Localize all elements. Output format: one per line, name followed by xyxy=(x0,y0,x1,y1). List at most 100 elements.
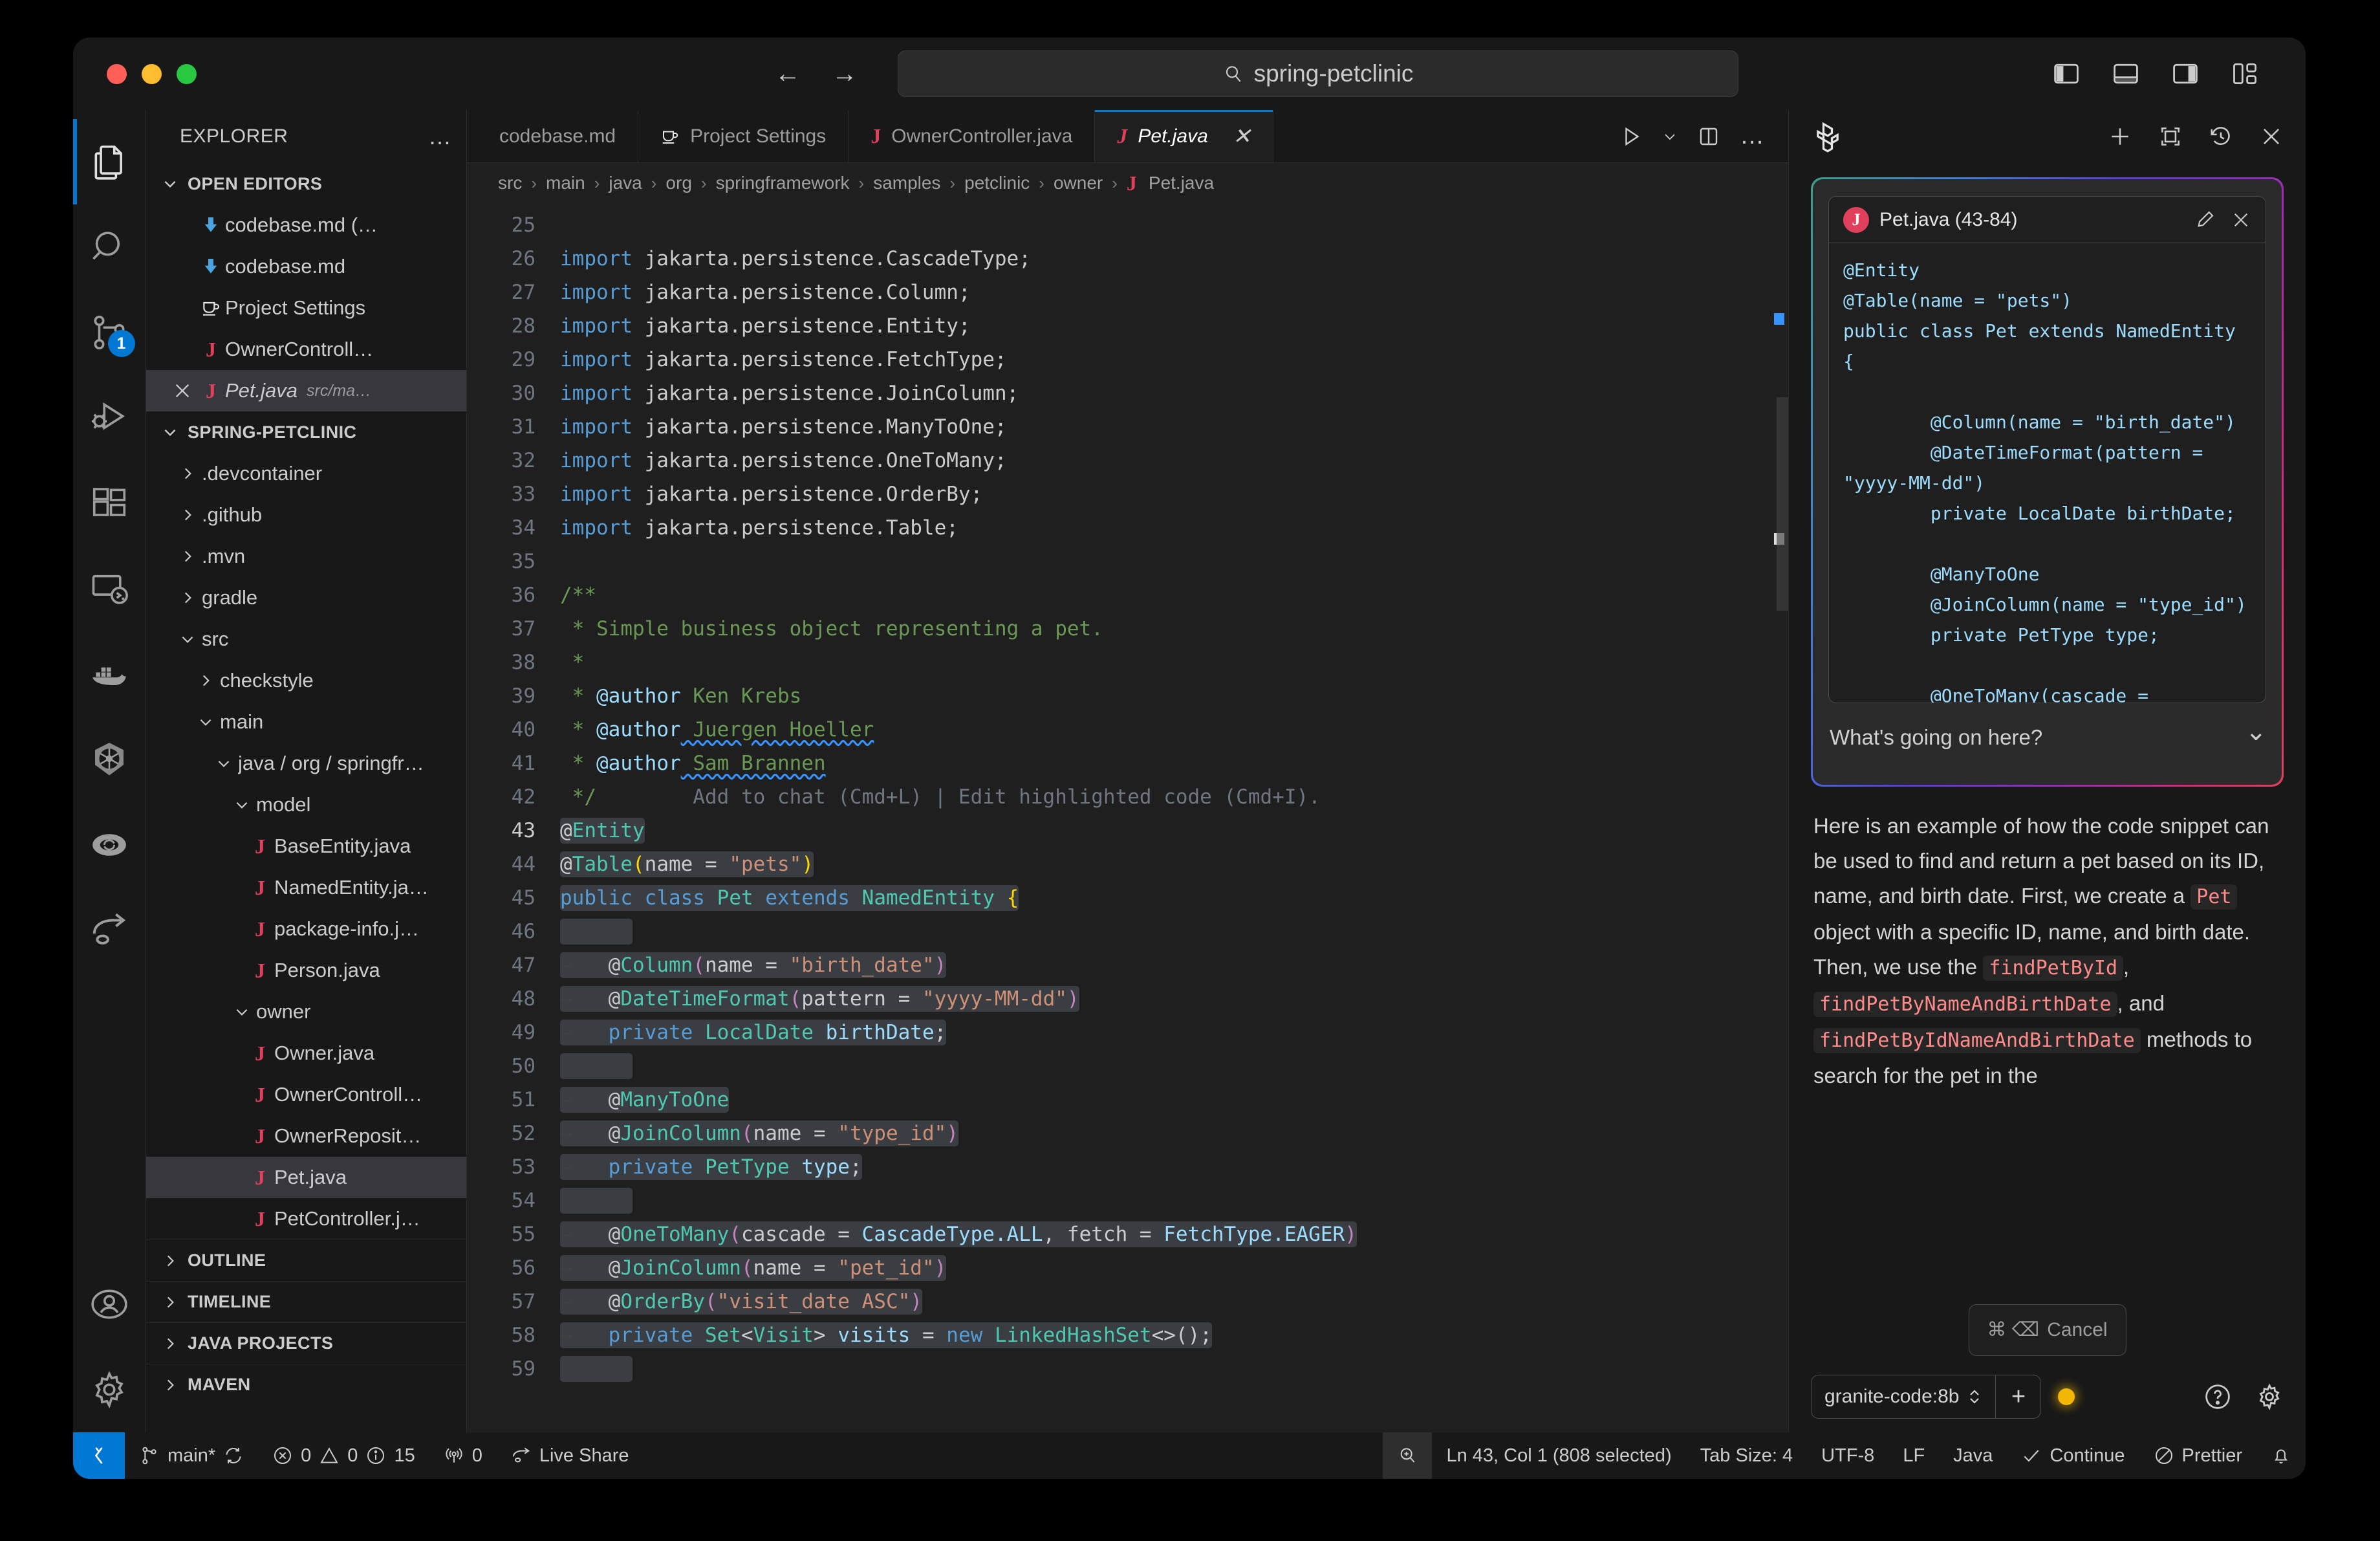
folder-twisty[interactable] xyxy=(228,1003,256,1020)
tree-folder[interactable]: .devcontainer xyxy=(146,453,466,494)
tree-folder[interactable]: gradle xyxy=(146,577,466,618)
sidebar-item-remote-explorer[interactable] xyxy=(73,546,146,631)
status-continue[interactable]: Continue xyxy=(2007,1432,2139,1479)
toggle-secondary-sidebar-icon[interactable] xyxy=(2171,60,2200,88)
status-screencast[interactable] xyxy=(1383,1432,1433,1479)
open-editor-item[interactable]: Project Settings xyxy=(146,287,466,329)
section-open-editors[interactable]: OPEN EDITORS xyxy=(146,163,466,204)
run-icon[interactable] xyxy=(1619,125,1643,148)
sidebar-item-accounts[interactable] xyxy=(73,1262,146,1347)
split-editor-icon[interactable] xyxy=(1697,125,1720,148)
code-editor[interactable]: 25 26 27 28 29 30 31 32 33 34 35 36 37 38 39 40 41 42 43 44… xyxy=(467,203,1788,1432)
tree-file[interactable]: J Pet.java xyxy=(146,1157,466,1198)
editor-tab-actions[interactable]: … xyxy=(1597,110,1788,162)
sidebar-item-sync[interactable] xyxy=(73,802,146,888)
breadcrumb-item[interactable]: java xyxy=(609,173,642,193)
sidebar-item-extensions[interactable] xyxy=(73,461,146,546)
tab-pet-java[interactable]: J Pet.java ✕ xyxy=(1095,110,1274,162)
minimize-window-button[interactable] xyxy=(142,63,162,84)
sidebar-item-source-control[interactable]: 1 xyxy=(73,290,146,375)
toggle-panel-icon[interactable] xyxy=(2112,60,2140,88)
folder-twisty[interactable] xyxy=(173,548,202,565)
sidebar-item-manage[interactable] xyxy=(73,1347,146,1432)
maximize-window-button[interactable] xyxy=(177,63,197,84)
code-content[interactable]: import jakarta.persistence.CascadeType; i… xyxy=(551,203,1788,1432)
status-tab-size[interactable]: Tab Size: 4 xyxy=(1686,1432,1807,1479)
breadcrumb-item[interactable]: org xyxy=(665,173,691,193)
tree-folder[interactable]: .mvn xyxy=(146,536,466,577)
gear-icon[interactable] xyxy=(2255,1383,2284,1411)
minimap[interactable] xyxy=(1771,203,1788,1432)
tree-file[interactable]: J Person.java xyxy=(146,950,466,991)
close-window-button[interactable] xyxy=(107,63,127,84)
chat-header-actions[interactable] xyxy=(2108,124,2284,149)
sidebar-item-docker[interactable] xyxy=(73,631,146,717)
status-problems[interactable]: 0 0 15 xyxy=(258,1432,429,1479)
tree-folder[interactable]: .github xyxy=(146,494,466,536)
sidebar-item-search[interactable] xyxy=(73,204,146,290)
folder-twisty[interactable] xyxy=(173,465,202,482)
breadcrumb-item[interactable]: main xyxy=(546,173,585,193)
model-selector[interactable]: granite-code:8b + xyxy=(1811,1375,2042,1419)
status-prettier[interactable]: Prettier xyxy=(2139,1432,2256,1479)
remove-icon[interactable] xyxy=(2231,210,2251,230)
help-icon[interactable] xyxy=(2203,1383,2232,1411)
status-branch[interactable]: main* xyxy=(125,1432,258,1479)
tree-folder[interactable]: src xyxy=(146,618,466,660)
status-language-mode[interactable]: Java xyxy=(1939,1432,2007,1479)
breadcrumb-item[interactable]: src xyxy=(498,173,522,193)
explorer-more-actions-icon[interactable]: … xyxy=(428,123,453,150)
tab-codebase-md[interactable]: codebase.md xyxy=(467,110,639,162)
tab-project settings[interactable]: Project Settings xyxy=(638,110,849,162)
tab-ownercontroller-java[interactable]: J OwnerController.java xyxy=(849,110,1096,162)
open-editor-item[interactable]: codebase.md (… xyxy=(146,204,466,246)
breadcrumb-item[interactable]: petclinic xyxy=(964,173,1030,193)
chat-footer-actions[interactable] xyxy=(2203,1383,2284,1411)
back-arrow-icon[interactable]: ← xyxy=(775,61,801,87)
tree-file[interactable]: J Owner.java xyxy=(146,1033,466,1074)
status-notifications[interactable] xyxy=(2256,1432,2306,1479)
continue-logo-icon[interactable] xyxy=(1811,120,1844,153)
sidebar-item-live-share[interactable] xyxy=(73,888,146,973)
toggle-primary-sidebar-icon[interactable] xyxy=(2052,60,2081,88)
window-traffic-lights[interactable] xyxy=(107,63,197,84)
tree-file[interactable]: J BaseEntity.java xyxy=(146,825,466,867)
tree-file[interactable]: J OwnerReposit… xyxy=(146,1115,466,1157)
folder-twisty[interactable] xyxy=(191,672,220,689)
status-encoding[interactable]: UTF-8 xyxy=(1807,1432,1888,1479)
status-eol[interactable]: LF xyxy=(1888,1432,1939,1479)
tree-file[interactable]: Jpackage-info.j… xyxy=(146,908,466,950)
sidebar-item-explorer[interactable] xyxy=(73,119,146,204)
editor-scrollbar[interactable] xyxy=(1777,397,1788,611)
cancel-button[interactable]: ⌘ ⌫ Cancel xyxy=(1968,1304,2126,1356)
breadcrumb-item[interactable]: samples xyxy=(873,173,940,193)
breadcrumb-item[interactable]: Pet.java xyxy=(1149,173,1214,193)
sidebar-section-maven[interactable]: MAVEN xyxy=(146,1364,466,1405)
tree-folder[interactable]: main xyxy=(146,701,466,743)
tree-folder[interactable]: owner xyxy=(146,991,466,1033)
expand-icon[interactable] xyxy=(2158,124,2183,149)
history-icon[interactable] xyxy=(2209,124,2233,149)
section-workspace[interactable]: SPRING-PETCLINIC xyxy=(146,411,466,453)
tree-folder[interactable]: checkstyle xyxy=(146,660,466,701)
close-icon[interactable] xyxy=(2259,124,2284,149)
command-center-search[interactable]: spring-petclinic xyxy=(898,50,1738,97)
chat-user-message[interactable]: What's going on here? xyxy=(1813,703,2282,785)
tree-file[interactable]: J OwnerControll… xyxy=(146,1074,466,1115)
more-actions-icon[interactable]: … xyxy=(1740,124,1766,148)
tree-file[interactable]: J PetController.j… xyxy=(146,1198,466,1240)
new-session-icon[interactable] xyxy=(2108,124,2132,149)
folder-twisty[interactable] xyxy=(173,507,202,523)
breadcrumb[interactable]: src › main › java › org › springframework › sample… xyxy=(467,163,1788,203)
customize-layout-icon[interactable] xyxy=(2231,60,2259,88)
sidebar-item-kubernetes[interactable] xyxy=(73,717,146,802)
open-editor-item[interactable]: codebase.md xyxy=(146,246,466,287)
navigation-arrows[interactable]: ← → xyxy=(775,61,858,87)
sidebar-section-java-projects[interactable]: JAVA PROJECTS xyxy=(146,1322,466,1364)
folder-twisty[interactable] xyxy=(173,631,202,648)
context-snippet-actions[interactable] xyxy=(2194,210,2251,230)
tree-folder[interactable]: java / org / springfr… xyxy=(146,743,466,784)
open-editor-item[interactable]: J Pet.java src/ma… xyxy=(146,370,466,411)
open-editor-item[interactable]: J OwnerControll… xyxy=(146,329,466,370)
sidebar-item-run-and-debug[interactable] xyxy=(73,375,146,461)
